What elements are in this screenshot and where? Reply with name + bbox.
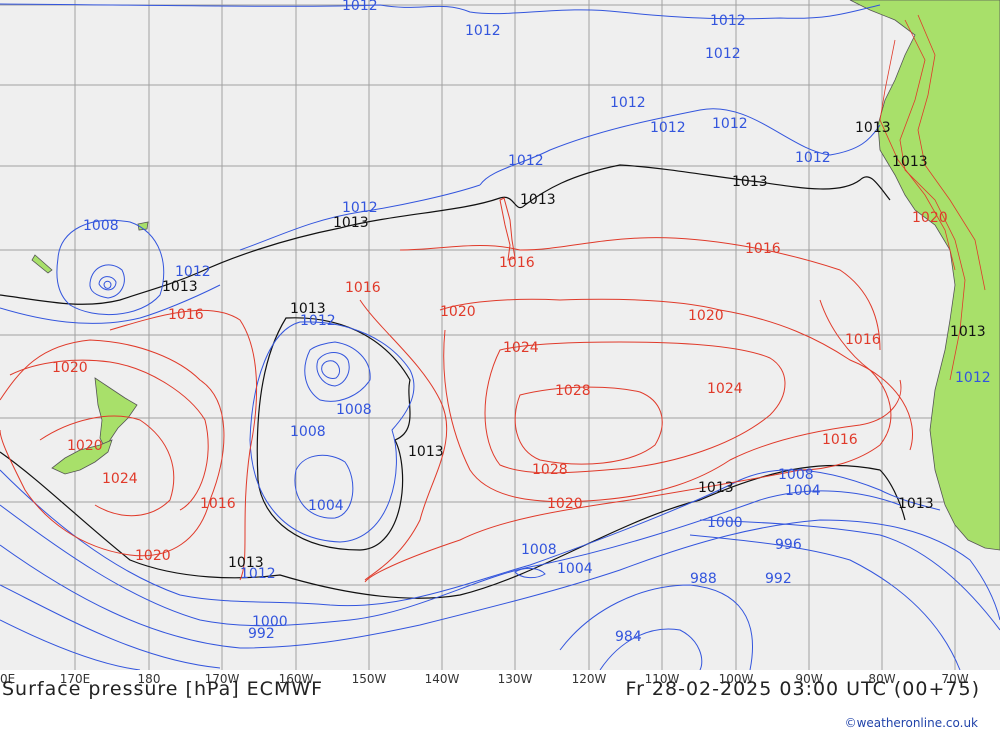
isobar-label: 1012 bbox=[465, 23, 501, 39]
isobar-label: 1016 bbox=[200, 496, 236, 512]
isobar-label: 1004 bbox=[785, 483, 821, 499]
isobar-label: 1013 bbox=[732, 174, 768, 190]
isobar-label: 1020 bbox=[52, 360, 88, 376]
isobar-label: 1013 bbox=[698, 480, 734, 496]
isobar-label: 1013 bbox=[162, 279, 198, 295]
isobar-label: 1013 bbox=[855, 120, 891, 136]
isobar-label: 1013 bbox=[520, 192, 556, 208]
isobar-label: 1004 bbox=[557, 561, 593, 577]
isobar-label: 984 bbox=[615, 629, 642, 645]
isobar-label: 1004 bbox=[308, 498, 344, 514]
isobar-label: 1016 bbox=[345, 280, 381, 296]
isobar-label: 1008 bbox=[778, 467, 814, 483]
isobar-label: 1008 bbox=[521, 542, 557, 558]
isobar-label: 1012 bbox=[650, 120, 686, 136]
isobar-label: 1008 bbox=[336, 402, 372, 418]
isobar-label: 1013 bbox=[408, 444, 444, 460]
isobar-label: 992 bbox=[248, 626, 275, 642]
pressure-map: 1012 1012 1012 1012 1012 1012 1012 1012 … bbox=[0, 0, 1000, 670]
isobar-label: 992 bbox=[765, 571, 792, 587]
isobar-label: 1024 bbox=[707, 381, 743, 397]
isobar-label: 1016 bbox=[745, 241, 781, 257]
isobar-label: 1013 bbox=[892, 154, 928, 170]
isobar-label: 1008 bbox=[290, 424, 326, 440]
isobar-label: 1012 bbox=[712, 116, 748, 132]
isobar-label: 1013 bbox=[898, 496, 934, 512]
lon-tick: 130W bbox=[497, 672, 533, 686]
isobar-label: 1016 bbox=[168, 307, 204, 323]
isobar-label: 1028 bbox=[555, 383, 591, 399]
isobar-label: 996 bbox=[775, 537, 802, 553]
isobar-label: 1020 bbox=[912, 210, 948, 226]
isobar-label: 1016 bbox=[822, 432, 858, 448]
isobar-label: 1000 bbox=[707, 515, 743, 531]
isobar-label: 1013 bbox=[228, 555, 264, 571]
isobar-label: 1020 bbox=[688, 308, 724, 324]
isobar-label: 1028 bbox=[532, 462, 568, 478]
lon-tick: 140W bbox=[424, 672, 460, 686]
isobar-label: 1012 bbox=[342, 200, 378, 216]
valid-time: Fr 28-02-2025 03:00 UTC (00+75) bbox=[625, 678, 980, 700]
isobar-label: 1020 bbox=[547, 496, 583, 512]
isobar-label: 1012 bbox=[610, 95, 646, 111]
isobar-label: 1008 bbox=[83, 218, 119, 234]
isobar-label: 1013 bbox=[290, 301, 326, 317]
isobar-label: 1013 bbox=[950, 324, 986, 340]
isobar-label: 1024 bbox=[503, 340, 539, 356]
isobar-label: 1020 bbox=[67, 438, 103, 454]
footer: 160E 170E 180 170W 160W 150W 140W 130W 1… bbox=[0, 670, 1000, 733]
isobar-label: 1024 bbox=[102, 471, 138, 487]
credit-link[interactable]: ©weatheronline.co.uk bbox=[845, 716, 978, 730]
isobar-label: 1012 bbox=[342, 0, 378, 14]
isobar-label: 1012 bbox=[710, 13, 746, 29]
isobar-label: 1020 bbox=[440, 304, 476, 320]
lon-tick: 150W bbox=[351, 672, 387, 686]
map-title: Surface pressure [hPa] ECMWF bbox=[2, 678, 324, 700]
isobar-label: 1012 bbox=[175, 264, 211, 280]
isobar-label: 988 bbox=[690, 571, 717, 587]
isobar-label: 1013 bbox=[333, 215, 369, 231]
isobar-label: 1012 bbox=[705, 46, 741, 62]
lon-tick: 120W bbox=[571, 672, 607, 686]
isobar-label: 1020 bbox=[135, 548, 171, 564]
isobar-label: 1016 bbox=[499, 255, 535, 271]
isobar-label: 1012 bbox=[795, 150, 831, 166]
isobar-label: 1012 bbox=[508, 153, 544, 169]
isobar-label: 1016 bbox=[845, 332, 881, 348]
isobar-label: 1012 bbox=[955, 370, 991, 386]
